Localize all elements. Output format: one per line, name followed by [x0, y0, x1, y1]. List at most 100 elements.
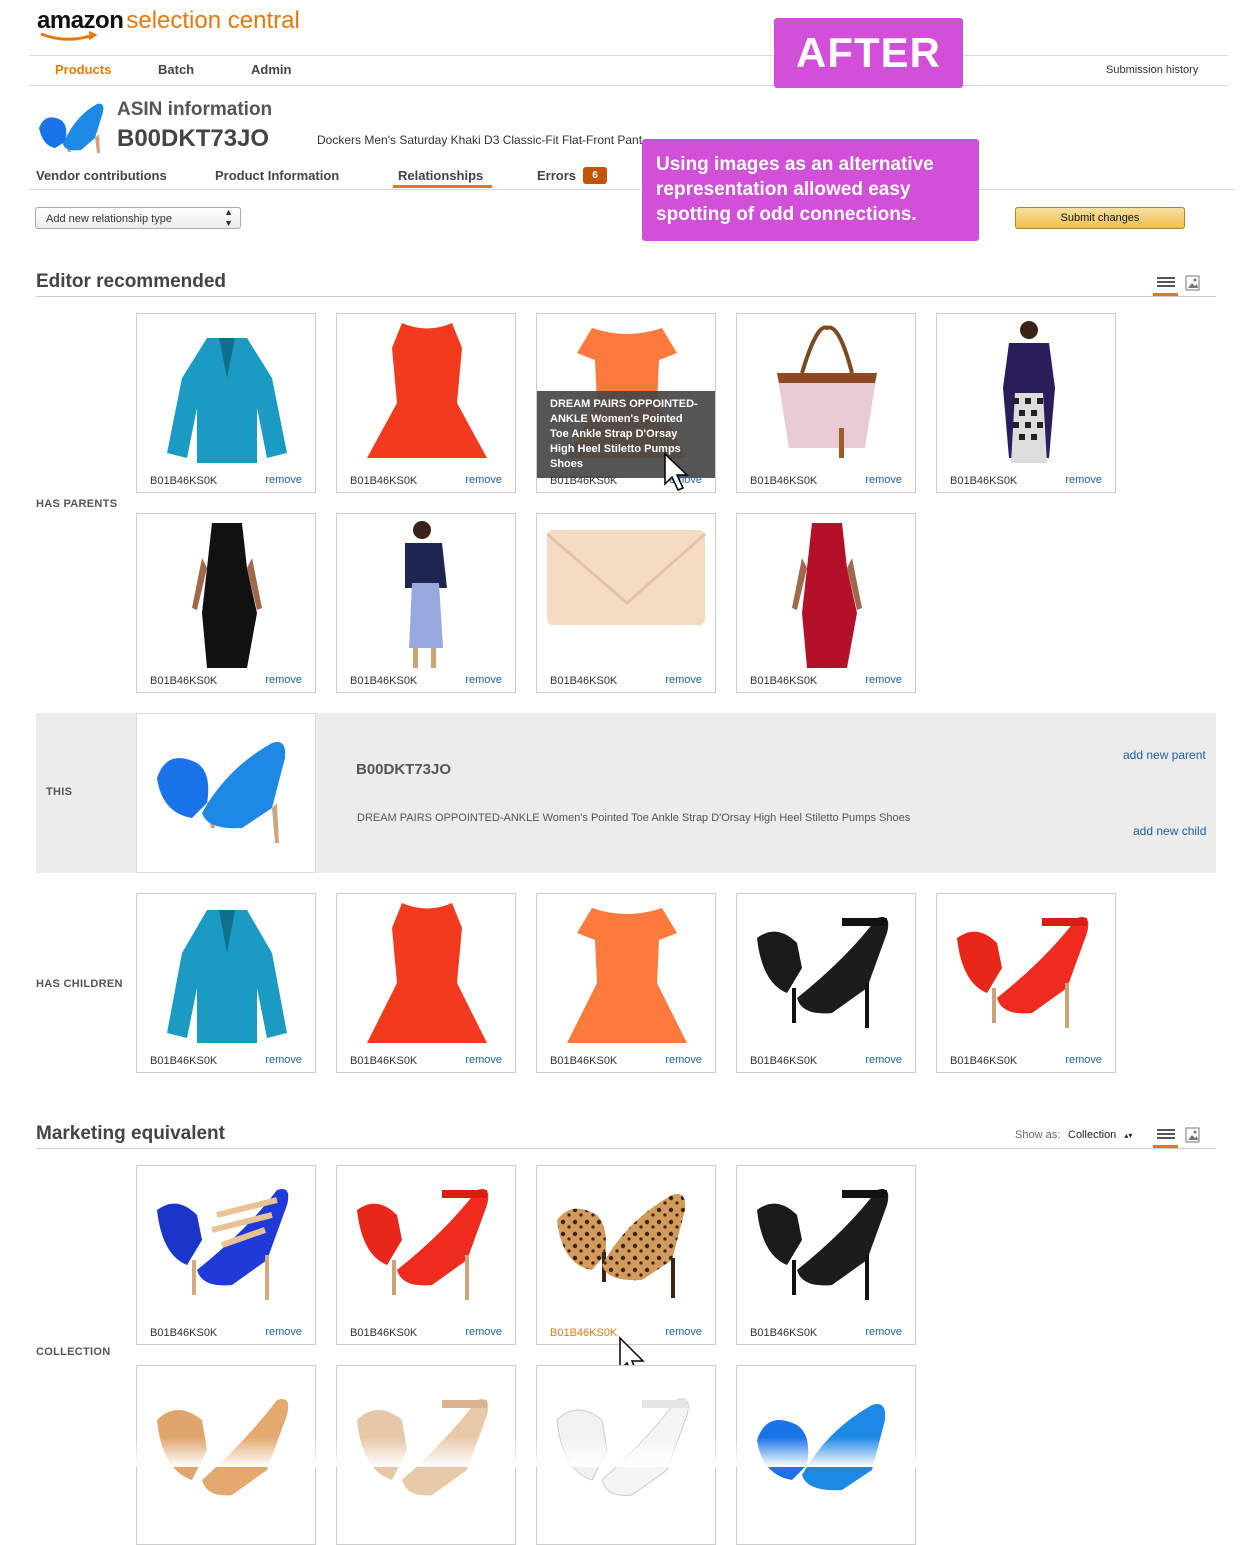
item-asin[interactable]: B01B46KS0K: [550, 675, 617, 687]
remove-link[interactable]: remove: [865, 1326, 902, 1338]
list-view-active-indicator: [1153, 293, 1178, 296]
parent-item-card[interactable]: B01B46KS0K remove: [336, 513, 516, 693]
row-label-has-children: HAS CHILDREN: [36, 978, 123, 990]
item-asin[interactable]: B01B46KS0K: [150, 1055, 217, 1067]
row-label-collection: COLLECTION: [36, 1346, 111, 1358]
item-asin[interactable]: B01B46KS0K: [750, 475, 817, 487]
remove-link[interactable]: remove: [465, 474, 502, 486]
product-thumbnail: [39, 103, 104, 153]
this-item-title: DREAM PAIRS OPPOINTED-ANKLE Women's Poin…: [357, 812, 911, 824]
mouse-cursor-icon: [664, 452, 689, 491]
select-arrows-icon: ▴▾: [1124, 1131, 1133, 1140]
collection-item-card[interactable]: B01B46KS0K remove: [536, 1165, 716, 1345]
parent-item-card[interactable]: B01B46KS0K remove: [136, 513, 316, 693]
select-arrows-icon: ▲ ▼: [224, 207, 233, 228]
collection-item-card[interactable]: B01B46KS0K remove: [336, 1165, 516, 1345]
remove-link[interactable]: remove: [265, 674, 302, 686]
parent-item-card[interactable]: B01B46KS0K remove: [736, 313, 916, 493]
collection-item-card[interactable]: B01B46KS0K remove: [736, 1165, 916, 1345]
item-asin[interactable]: B01B46KS0K: [550, 1327, 617, 1339]
nav-products[interactable]: Products: [55, 62, 111, 77]
item-asin[interactable]: B01B46KS0K: [550, 1055, 617, 1067]
peplum-top-red-image: [367, 323, 487, 458]
item-asin[interactable]: B01B46KS0K: [350, 1327, 417, 1339]
asin-info-heading: ASIN information: [117, 99, 273, 120]
parent-item-card[interactable]: B01B46KS0K remove: [936, 313, 1116, 493]
blue-studded-heel-image: [157, 1189, 289, 1300]
item-asin[interactable]: B01B46KS0K: [150, 1327, 217, 1339]
red-ankle-strap-heel-image: [357, 1189, 489, 1300]
nav-admin[interactable]: Admin: [251, 62, 291, 77]
nav-batch[interactable]: Batch: [158, 62, 194, 77]
item-asin[interactable]: B01B46KS0K: [350, 475, 417, 487]
remove-link[interactable]: remove: [465, 1054, 502, 1066]
remove-link[interactable]: remove: [265, 1054, 302, 1066]
item-asin[interactable]: B01B46KS0K: [350, 675, 417, 687]
cardigan-image: [167, 910, 287, 1043]
remove-link[interactable]: remove: [665, 674, 702, 686]
callout-annotation: Using images as an alternative represent…: [642, 139, 979, 241]
list-view-active-indicator: [1153, 1145, 1178, 1148]
relationship-type-select[interactable]: Add new relationship type ▲ ▼: [35, 207, 241, 229]
item-asin[interactable]: B01B46KS0K: [950, 475, 1017, 487]
item-asin[interactable]: B01B46KS0K: [750, 675, 817, 687]
item-asin[interactable]: B01B46KS0K: [750, 1327, 817, 1339]
submission-history-link[interactable]: Submission history: [1106, 64, 1198, 76]
remove-link[interactable]: remove: [1065, 474, 1102, 486]
tote-bag-image: [777, 325, 877, 458]
child-item-card[interactable]: B01B46KS0K remove: [536, 893, 716, 1073]
parent-item-card[interactable]: B01B46KS0K remove: [536, 513, 716, 693]
remove-link[interactable]: remove: [865, 674, 902, 686]
tab-relationships[interactable]: Relationships: [398, 168, 483, 183]
remove-link[interactable]: remove: [865, 474, 902, 486]
collection-item-card[interactable]: B01B46KS0K remove: [136, 1165, 316, 1345]
black-ankle-strap-heel-image: [757, 1189, 889, 1300]
nav-divider: [29, 85, 1228, 86]
child-item-card[interactable]: B01B46KS0K remove: [336, 893, 516, 1073]
parent-item-card[interactable]: B01B46KS0K remove: [136, 313, 316, 493]
item-asin[interactable]: B01B46KS0K: [150, 475, 217, 487]
this-item-image-card: [136, 713, 316, 873]
show-as-select[interactable]: Collection ▴▾: [1068, 1129, 1132, 1141]
item-asin[interactable]: B01B46KS0K: [750, 1055, 817, 1067]
section-title-marketing-equivalent: Marketing equivalent: [36, 1123, 225, 1144]
remove-link[interactable]: remove: [665, 1326, 702, 1338]
tab-errors[interactable]: Errors: [537, 168, 576, 183]
child-item-card[interactable]: B01B46KS0K remove: [136, 893, 316, 1073]
tab-product-information[interactable]: Product Information: [215, 168, 339, 183]
remove-link[interactable]: remove: [465, 1326, 502, 1338]
tab-vendor-contributions[interactable]: Vendor contributions: [36, 168, 167, 183]
plaid-dress-image: [1003, 321, 1055, 463]
floral-dress-image: [405, 521, 447, 668]
add-new-parent-link[interactable]: add new parent: [1123, 748, 1206, 762]
after-badge: AFTER: [774, 18, 963, 88]
remove-link[interactable]: remove: [265, 1326, 302, 1338]
leopard-pump-image: [557, 1194, 686, 1298]
remove-link[interactable]: remove: [465, 674, 502, 686]
item-asin[interactable]: B01B46KS0K: [550, 475, 617, 487]
parent-item-card[interactable]: B01B46KS0K remove: [336, 313, 516, 493]
red-ankle-strap-heel-image: [957, 917, 1089, 1028]
this-item-asin: B00DKT73JO: [356, 761, 452, 778]
remove-link[interactable]: remove: [665, 1054, 702, 1066]
black-ankle-strap-heel-image: [757, 917, 889, 1028]
remove-link[interactable]: remove: [1065, 1054, 1102, 1066]
child-item-card[interactable]: B01B46KS0K remove: [736, 893, 916, 1073]
product-title: Dockers Men's Saturday Khaki D3 Classic-…: [317, 133, 643, 147]
image-view-icon[interactable]: [1185, 275, 1201, 296]
parent-item-card[interactable]: B01B46KS0K remove: [736, 513, 916, 693]
item-asin[interactable]: B01B46KS0K: [150, 675, 217, 687]
errors-count-badge: 6: [583, 167, 607, 184]
asin-code: B00DKT73JO: [117, 125, 270, 152]
add-new-child-link[interactable]: add new child: [1133, 824, 1206, 838]
remove-link[interactable]: remove: [865, 1054, 902, 1066]
child-item-card[interactable]: B01B46KS0K remove: [936, 893, 1116, 1073]
remove-link[interactable]: remove: [265, 474, 302, 486]
submit-changes-button[interactable]: Submit changes: [1015, 207, 1185, 229]
amazon-smile-icon: [40, 30, 98, 41]
image-view-icon[interactable]: [1185, 1127, 1201, 1148]
envelope-clutch-image: [547, 530, 706, 625]
item-asin[interactable]: B01B46KS0K: [950, 1055, 1017, 1067]
item-asin[interactable]: B01B46KS0K: [350, 1055, 417, 1067]
row-label-this: THIS: [46, 786, 73, 798]
